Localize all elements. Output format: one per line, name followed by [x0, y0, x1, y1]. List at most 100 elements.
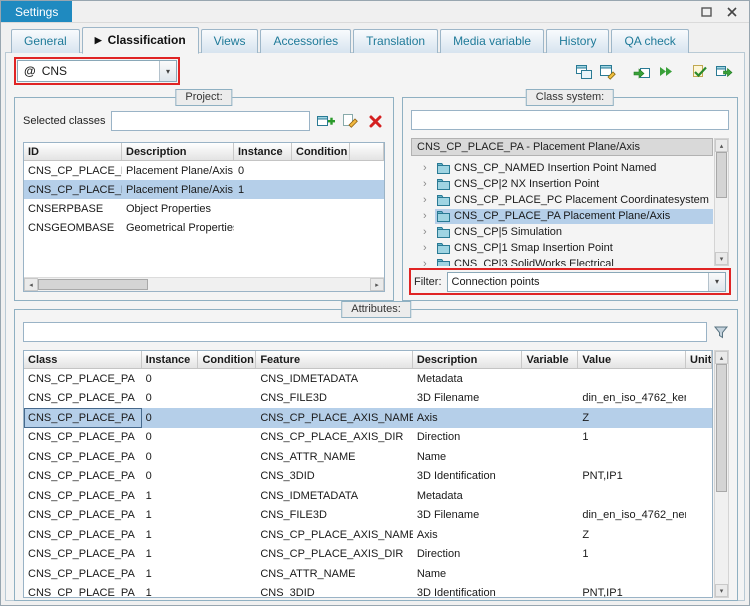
cell-unit: [686, 389, 712, 409]
attribute-row[interactable]: CNS_CP_PLACE_PA 1 CNS_IDMETADATA Metadat…: [24, 486, 712, 506]
maximize-icon[interactable]: [699, 5, 713, 19]
project-class-row[interactable]: CNS_CP_PLACE_PA Placement Plane/Axis 0: [24, 161, 384, 180]
class-folder-icon: [437, 243, 450, 254]
tab-accessories[interactable]: Accessories: [260, 29, 351, 53]
scrollbar-track[interactable]: [715, 152, 728, 252]
expand-chevron-icon[interactable]: ›: [423, 194, 435, 206]
attribute-row[interactable]: CNS_CP_PLACE_PA 1 CNS_CP_PLACE_AXIS_NAME…: [24, 525, 712, 545]
scheme-dropdown-arrow-icon[interactable]: ▾: [159, 61, 176, 81]
class-tree-item[interactable]: › CNS_CP|5 Simulation: [411, 224, 713, 240]
tab-history[interactable]: History: [546, 29, 609, 53]
class-tree-item[interactable]: › CNS_CP_PLACE_PC Placement Coordinatesy…: [411, 192, 713, 208]
edit-class-icon[interactable]: [340, 112, 360, 130]
project-class-row[interactable]: CNS_CP_PLACE_PA Placement Plane/Axis 1: [24, 180, 384, 199]
scroll-up-icon[interactable]: ▴: [715, 139, 728, 152]
column-header-unit[interactable]: Unit: [686, 351, 712, 368]
edit-scheme-icon[interactable]: [596, 60, 620, 82]
tab-translation[interactable]: Translation: [353, 29, 438, 53]
expand-chevron-icon[interactable]: ›: [423, 162, 435, 174]
expand-chevron-icon[interactable]: ›: [423, 258, 435, 266]
scrollbar-track[interactable]: [715, 364, 728, 584]
scheme-select[interactable]: @ CNS ▾: [17, 60, 177, 82]
scrollbar-thumb[interactable]: [716, 364, 727, 492]
filter-select[interactable]: Connection points ▾: [447, 272, 727, 292]
tab-media-variable[interactable]: Media variable: [440, 29, 544, 53]
scrollbar-thumb[interactable]: [716, 152, 727, 198]
cell-class: CNS_CP_PLACE_PA: [24, 525, 142, 545]
expand-chevron-icon[interactable]: ›: [423, 226, 435, 238]
column-header-description[interactable]: Description: [413, 351, 523, 368]
project-class-row[interactable]: CNSGEOMBASE Geometrical Properties: [24, 218, 384, 237]
column-header-id[interactable]: ID: [24, 143, 122, 160]
column-header-instance[interactable]: Instance: [234, 143, 292, 160]
cell-condition: [198, 428, 256, 448]
cell-description: Axis: [413, 525, 523, 545]
project-horizontal-scrollbar[interactable]: ◂ ▸: [24, 277, 384, 291]
attribute-row[interactable]: CNS_CP_PLACE_PA 0 CNS_IDMETADATA Metadat…: [24, 369, 712, 389]
class-tree-item[interactable]: › CNS_CP|3 SolidWorks Electrical: [411, 256, 713, 266]
cell-description: Axis: [413, 408, 523, 428]
tab-classification[interactable]: ▶ Classification: [82, 27, 199, 54]
scroll-down-icon[interactable]: ▾: [715, 252, 728, 265]
expand-chevron-icon[interactable]: ›: [423, 178, 435, 190]
column-header-condition[interactable]: Condition: [292, 143, 350, 160]
attribute-row[interactable]: CNS_CP_PLACE_PA 1 CNS_ATTR_NAME Name: [24, 564, 712, 584]
attributes-search-input[interactable]: [23, 322, 707, 342]
selected-classes-input[interactable]: [111, 111, 310, 131]
cell-description: Name: [413, 447, 523, 467]
check-icon[interactable]: [688, 60, 712, 82]
column-header-value[interactable]: Value: [578, 351, 686, 368]
attributes-vertical-scrollbar[interactable]: ▴ ▾: [714, 350, 729, 598]
expand-chevron-icon[interactable]: ›: [423, 242, 435, 254]
tab-qa-check[interactable]: QA check: [611, 29, 688, 53]
attribute-row[interactable]: CNS_CP_PLACE_PA 1 CNS_CP_PLACE_AXIS_DIR …: [24, 545, 712, 565]
attribute-row[interactable]: CNS_CP_PLACE_PA 0 CNS_CP_PLACE_AXIS_NAME…: [24, 408, 712, 428]
attribute-row[interactable]: CNS_CP_PLACE_PA 0 CNS_3DID 3D Identifica…: [24, 467, 712, 487]
active-tab-arrow-icon: ▶: [95, 35, 102, 46]
column-header-variable[interactable]: Variable: [522, 351, 578, 368]
tab-views[interactable]: Views: [201, 29, 259, 53]
attribute-row[interactable]: CNS_CP_PLACE_PA 1 CNS_3DID 3D Identifica…: [24, 584, 712, 598]
column-header-class[interactable]: Class: [24, 351, 142, 368]
class-folder-icon: [437, 259, 450, 267]
remove-class-icon[interactable]: [365, 112, 385, 130]
new-scheme-icon[interactable]: [572, 60, 596, 82]
import-icon[interactable]: [630, 60, 654, 82]
export-icon[interactable]: [654, 60, 678, 82]
project-class-row[interactable]: CNSERPBASE Object Properties: [24, 199, 384, 218]
filter-funnel-icon[interactable]: [713, 325, 729, 340]
attribute-row[interactable]: CNS_CP_PLACE_PA 1 CNS_FILE3D 3D Filename…: [24, 506, 712, 526]
scroll-left-icon[interactable]: ◂: [24, 278, 38, 291]
attributes-table-body: CNS_CP_PLACE_PA 0 CNS_IDMETADATA Metadat…: [24, 369, 712, 597]
cell-class: CNS_CP_PLACE_PA: [24, 447, 142, 467]
scroll-right-icon[interactable]: ▸: [370, 278, 384, 291]
scroll-up-icon[interactable]: ▴: [715, 351, 728, 364]
scrollbar-track[interactable]: [38, 278, 370, 291]
filter-dropdown-arrow-icon[interactable]: ▾: [708, 273, 725, 291]
scrollbar-thumb[interactable]: [38, 279, 148, 290]
expand-chevron-icon[interactable]: ›: [423, 210, 435, 222]
cell-condition: [198, 506, 256, 526]
tab-general[interactable]: General: [11, 29, 80, 53]
cell-unit: [686, 408, 712, 428]
column-header-instance[interactable]: Instance: [142, 351, 199, 368]
attribute-row[interactable]: CNS_CP_PLACE_PA 0 CNS_ATTR_NAME Name: [24, 447, 712, 467]
cell-unit: [686, 506, 712, 526]
add-class-icon[interactable]: [315, 112, 335, 130]
column-header-condition[interactable]: Condition: [198, 351, 256, 368]
class-tree-item[interactable]: › CNS_CP_PLACE_PA Placement Plane/Axis: [411, 208, 713, 224]
apply-icon[interactable]: [712, 60, 736, 82]
cell-variable: [523, 525, 579, 545]
class-tree-item[interactable]: › CNS_CP|2 NX Insertion Point: [411, 176, 713, 192]
attribute-row[interactable]: CNS_CP_PLACE_PA 0 CNS_CP_PLACE_AXIS_DIR …: [24, 428, 712, 448]
attribute-row[interactable]: CNS_CP_PLACE_PA 0 CNS_FILE3D 3D Filename…: [24, 389, 712, 409]
column-header-description[interactable]: Description: [122, 143, 234, 160]
scroll-down-icon[interactable]: ▾: [715, 584, 728, 597]
class-system-search-input[interactable]: [411, 110, 729, 130]
class-tree-item[interactable]: › CNS_CP_NAMED Insertion Point Named: [411, 160, 713, 176]
cell-unit: [686, 584, 712, 598]
close-icon[interactable]: [725, 5, 739, 19]
class-tree-item[interactable]: › CNS_CP|1 Smap Insertion Point: [411, 240, 713, 256]
column-header-feature[interactable]: Feature: [256, 351, 413, 368]
class-tree-vertical-scrollbar[interactable]: ▴ ▾: [714, 138, 729, 266]
